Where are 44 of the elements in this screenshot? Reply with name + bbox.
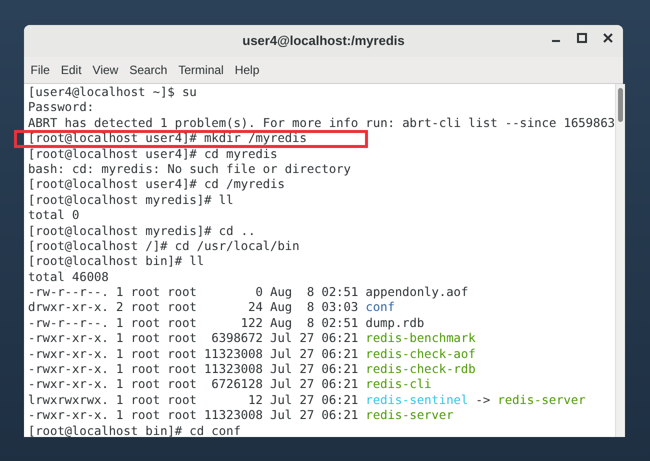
terminal-text: [root@localhost myredis]# cd .. xyxy=(28,224,256,239)
terminal-text: appendonly.aof xyxy=(365,285,468,300)
terminal-text: bash: cd: myredis: No such file or directory xyxy=(28,162,351,178)
terminal-text: -rwxr-xr-x. 1 root root 6398672 Jul 27 06:21 xyxy=(28,331,358,347)
menu-item[interactable]: Edit xyxy=(55,61,88,79)
terminal-text: -> xyxy=(476,392,490,408)
terminal-text: -rw-r--r--. 1 root root 122 Aug 8 02:51 xyxy=(28,316,358,332)
terminal-text: [root@localhost user4]# cd /myredis xyxy=(28,177,285,193)
terminal-text: dump.rdb xyxy=(365,316,424,332)
terminal-text: [root@localhost myredis]# ll xyxy=(28,192,234,208)
menu-item[interactable]: File xyxy=(25,61,56,79)
menu-item[interactable]: Search xyxy=(124,61,173,79)
terminal-text: redis-server xyxy=(498,392,586,408)
menu-item[interactable]: View xyxy=(87,61,124,79)
terminal-text: -rwxr-xr-x. 1 root root 11323008 Jul 27 06:21 xyxy=(28,362,358,378)
menu-item[interactable]: Help xyxy=(229,61,265,79)
terminal-text: total 46008 xyxy=(28,270,109,286)
terminal-text: [root@localhost user4]# cd myredis xyxy=(28,146,278,162)
terminal-text: redis-sentinel xyxy=(365,392,468,408)
maximize-icon[interactable] xyxy=(577,33,587,43)
terminal-text: redis-server xyxy=(365,408,454,424)
terminal-text: [user4@localhost ~]$ su xyxy=(28,85,197,100)
terminal-text: -rw-r--r--. 1 root root 0 Aug 8 02:51 xyxy=(28,285,358,300)
scrollbar[interactable] xyxy=(615,84,625,437)
terminal-text: [root@localhost bin]# cd conf xyxy=(28,424,241,439)
terminal-text: redis-cli xyxy=(365,377,432,393)
window-title: user4@localhost:/myredis xyxy=(242,32,405,50)
terminal-text: lrwxrwxrwx. 1 root root 12 Jul 27 06:21 xyxy=(28,392,358,408)
terminal-text: redis-check-aof xyxy=(365,346,476,362)
terminal-text: ABRT has detected 1 problem(s). For more info run: abrt-cli list --since 1659863 xyxy=(28,116,615,132)
close-icon[interactable] xyxy=(603,33,613,43)
terminal-text: total 0 xyxy=(28,208,80,224)
terminal-text: [root@localhost /]# cd /usr/local/bin xyxy=(28,238,300,254)
terminal-text: conf xyxy=(365,300,395,316)
terminal-text: redis-benchmark xyxy=(365,331,476,347)
terminal-text: redis-check-rdb xyxy=(365,362,476,378)
terminal-text: [root@localhost bin]# ll xyxy=(28,254,204,270)
terminal-text: Password: xyxy=(28,100,94,116)
terminal-text: [root@localhost user4]# mkdir /myredis xyxy=(28,131,307,147)
menu-item[interactable]: Terminal xyxy=(172,61,230,79)
terminal-text: -rwxr-xr-x. 1 root root 11323008 Jul 27 06:21 xyxy=(28,408,358,424)
terminal-text: -rwxr-xr-x. 1 root root 11323008 Jul 27 06:21 xyxy=(28,346,358,362)
terminal-text: drwxr-xr-x. 2 root root 24 Aug 8 03:03 xyxy=(28,300,358,316)
terminal-text: -rwxr-xr-x. 1 root root 6726128 Jul 27 06:21 xyxy=(28,377,358,393)
